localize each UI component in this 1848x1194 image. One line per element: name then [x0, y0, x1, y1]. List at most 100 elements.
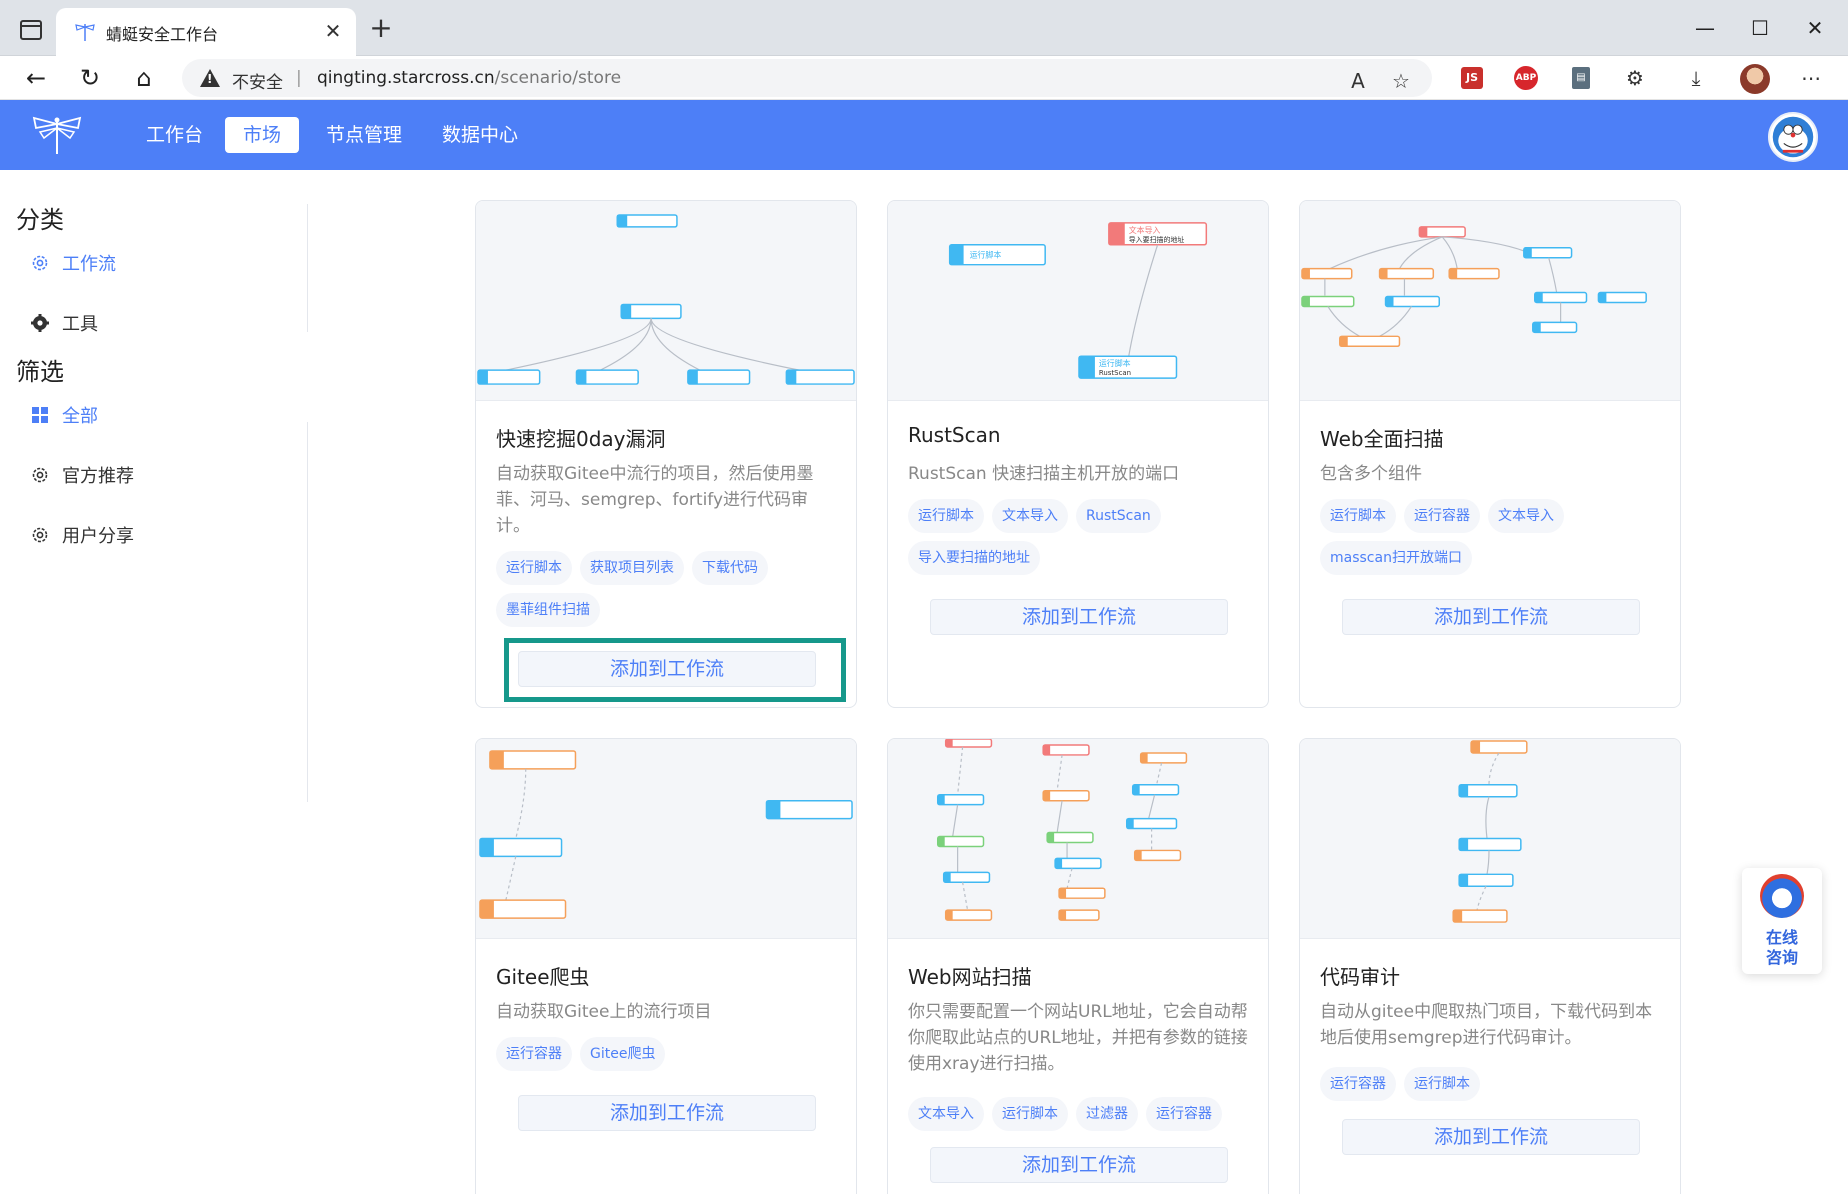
- app-header: 工作台 市场 节点管理 数据中心: [0, 100, 1848, 170]
- insecure-label: 不安全: [232, 73, 283, 93]
- tag[interactable]: 运行容器: [496, 1037, 572, 1071]
- dragonfly-logo-icon[interactable]: [30, 114, 84, 156]
- dragonfly-favicon-icon: [75, 24, 95, 41]
- js-extension-icon[interactable]: JS: [1461, 67, 1483, 89]
- gear-filled-icon: [31, 314, 49, 332]
- consult-line: 咨询: [1765, 948, 1798, 967]
- nav-node-management[interactable]: 节点管理: [308, 117, 420, 153]
- tag-list: 文本导入 运行脚本 过滤器 运行容器: [908, 1097, 1258, 1131]
- preview-node-label: 运行脚本: [970, 250, 1002, 260]
- scenario-card: Gitee爬虫 自动获取Gitee上的流行项目 运行容器 Gitee爬虫 添加到…: [475, 738, 857, 1194]
- document-extension-icon[interactable]: ▤: [1572, 67, 1590, 89]
- highlight-box: [504, 638, 846, 702]
- scenario-card: 快速挖掘0day漏洞 自动获取Gitee中流行的项目，然后使用墨菲、河马、sem…: [475, 200, 857, 708]
- favorite-add-icon[interactable]: ☆: [1387, 67, 1415, 95]
- home-icon[interactable]: ⌂: [128, 62, 160, 94]
- mascot-icon: [1760, 874, 1804, 918]
- tag-list: 运行脚本 运行容器 文本导入 masscan扫开放端口: [1320, 499, 1670, 575]
- sidebar-item-label: 用户分享: [62, 526, 134, 547]
- tag[interactable]: 过滤器: [1076, 1097, 1138, 1131]
- workflow-preview: [476, 739, 856, 939]
- tag[interactable]: 导入要扫描的地址: [908, 541, 1040, 575]
- scenario-card: Web全面扫描 包含多个组件 运行脚本 运行容器 文本导入 masscan扫开放…: [1299, 200, 1681, 708]
- tab-close-icon[interactable]: ✕: [320, 18, 346, 44]
- url-separator: |: [296, 68, 302, 88]
- scenario-card: 运行脚本 文本导入 导入要扫描的地址 运行脚本 RustScan RustSca…: [887, 200, 1269, 708]
- tag[interactable]: 运行脚本: [1320, 499, 1396, 533]
- adblock-extension-icon[interactable]: ABP: [1514, 66, 1538, 90]
- grid-icon: [32, 407, 48, 423]
- add-to-workflow-button[interactable]: 添加到工作流: [1342, 1119, 1640, 1155]
- url-text: qingting.starcross.cn/scenario/store: [317, 68, 621, 88]
- tag[interactable]: 文本导入: [1488, 499, 1564, 533]
- sidebar-item-official[interactable]: 官方推荐: [30, 462, 134, 492]
- card-description: 自动获取Gitee中流行的项目，然后使用墨菲、河马、semgrep、fortif…: [496, 464, 814, 536]
- browser-titlebar: 蜻蜓安全工作台 ✕ + — ☐ ✕: [0, 0, 1848, 56]
- tag[interactable]: 运行脚本: [496, 551, 572, 585]
- tag[interactable]: 文本导入: [908, 1097, 984, 1131]
- gear-icon: [32, 527, 48, 543]
- tag[interactable]: 运行容器: [1146, 1097, 1222, 1131]
- card-description: RustScan 快速扫描主机开放的端口: [908, 464, 1180, 484]
- minimize-icon[interactable]: —: [1685, 10, 1725, 46]
- tag[interactable]: 下载代码: [692, 551, 768, 585]
- sidebar-item-tools[interactable]: 工具: [30, 310, 98, 340]
- category-heading: 分类: [16, 206, 64, 234]
- preview-node-label: 导入要扫描的地址: [1129, 235, 1185, 244]
- tag[interactable]: 获取项目列表: [580, 551, 684, 585]
- add-to-workflow-button[interactable]: 添加到工作流: [518, 1095, 816, 1131]
- add-to-workflow-button[interactable]: 添加到工作流: [1342, 599, 1640, 635]
- card-description: 自动从gitee中爬取热门项目，下载代码到本地后使用semgrep进行代码审计。: [1320, 1002, 1653, 1048]
- tag[interactable]: 运行容器: [1320, 1067, 1396, 1101]
- window-close-icon[interactable]: ✕: [1795, 10, 1835, 46]
- tag[interactable]: Gitee爬虫: [580, 1037, 666, 1071]
- scenario-card: 代码审计 自动从gitee中爬取热门项目，下载代码到本地后使用semgrep进行…: [1299, 738, 1681, 1194]
- card-title: 代码审计: [1320, 965, 1400, 989]
- tag[interactable]: 文本导入: [992, 499, 1068, 533]
- tag-list: 运行容器 运行脚本: [1320, 1067, 1670, 1101]
- read-aloud-icon[interactable]: A: [1344, 67, 1372, 95]
- nav-market[interactable]: 市场: [225, 117, 300, 153]
- tag[interactable]: 运行脚本: [1404, 1067, 1480, 1101]
- sidebar-item-all[interactable]: 全部: [30, 402, 98, 432]
- nav-data-center[interactable]: 数据中心: [424, 117, 536, 153]
- card-description: 自动获取Gitee上的流行项目: [496, 1002, 712, 1022]
- add-to-workflow-button[interactable]: 添加到工作流: [930, 1147, 1228, 1183]
- back-icon[interactable]: ←: [20, 62, 52, 94]
- tag[interactable]: RustScan: [1076, 499, 1161, 533]
- address-bar: ← ↻ ⌂ 不安全 | qingting.starcross.cn/scenar…: [0, 56, 1848, 100]
- more-menu-icon[interactable]: ⋯: [1797, 64, 1825, 92]
- url-field[interactable]: 不安全 | qingting.starcross.cn/scenario/sto…: [182, 59, 1432, 97]
- extensions-icon[interactable]: ⚙: [1621, 64, 1649, 92]
- new-tab-icon[interactable]: +: [366, 14, 396, 44]
- consult-label: 在线 咨询: [1742, 928, 1822, 968]
- tag[interactable]: 运行容器: [1404, 499, 1480, 533]
- online-consult-widget[interactable]: 在线 咨询: [1742, 868, 1822, 974]
- gear-icon: [32, 255, 48, 271]
- tag[interactable]: 运行脚本: [992, 1097, 1068, 1131]
- card-title: RustScan: [908, 423, 1001, 447]
- url-host: qingting.starcross.cn: [317, 68, 495, 88]
- nav-workbench[interactable]: 工作台: [128, 117, 221, 153]
- card-title: Web网站扫描: [908, 965, 1032, 989]
- tag[interactable]: 墨菲组件扫描: [496, 593, 600, 627]
- tag-list: 运行脚本 获取项目列表 下载代码 墨菲组件扫描: [496, 551, 846, 627]
- tag[interactable]: masscan扫开放端口: [1320, 541, 1472, 575]
- card-title: 快速挖掘0day漏洞: [496, 427, 666, 451]
- add-to-workflow-button[interactable]: 添加到工作流: [930, 599, 1228, 635]
- tab-actions-icon[interactable]: [20, 20, 42, 40]
- download-icon[interactable]: ⤓: [1682, 64, 1710, 92]
- workflow-preview: [888, 739, 1268, 939]
- sidebar-item-label: 工具: [62, 314, 98, 335]
- refresh-icon[interactable]: ↻: [74, 62, 106, 94]
- sidebar-item-user-share[interactable]: 用户分享: [30, 522, 134, 552]
- tag[interactable]: 运行脚本: [908, 499, 984, 533]
- card-description: 包含多个组件: [1320, 464, 1422, 484]
- user-avatar[interactable]: [1768, 112, 1818, 162]
- sidebar-item-workflow[interactable]: 工作流: [30, 250, 116, 280]
- profile-avatar[interactable]: [1740, 64, 1770, 94]
- tab-title: 蜻蜓安全工作台: [106, 25, 219, 44]
- maximize-icon[interactable]: ☐: [1740, 10, 1780, 46]
- url-path: /scenario/store: [494, 68, 622, 88]
- browser-tab[interactable]: 蜻蜓安全工作台 ✕: [56, 8, 356, 56]
